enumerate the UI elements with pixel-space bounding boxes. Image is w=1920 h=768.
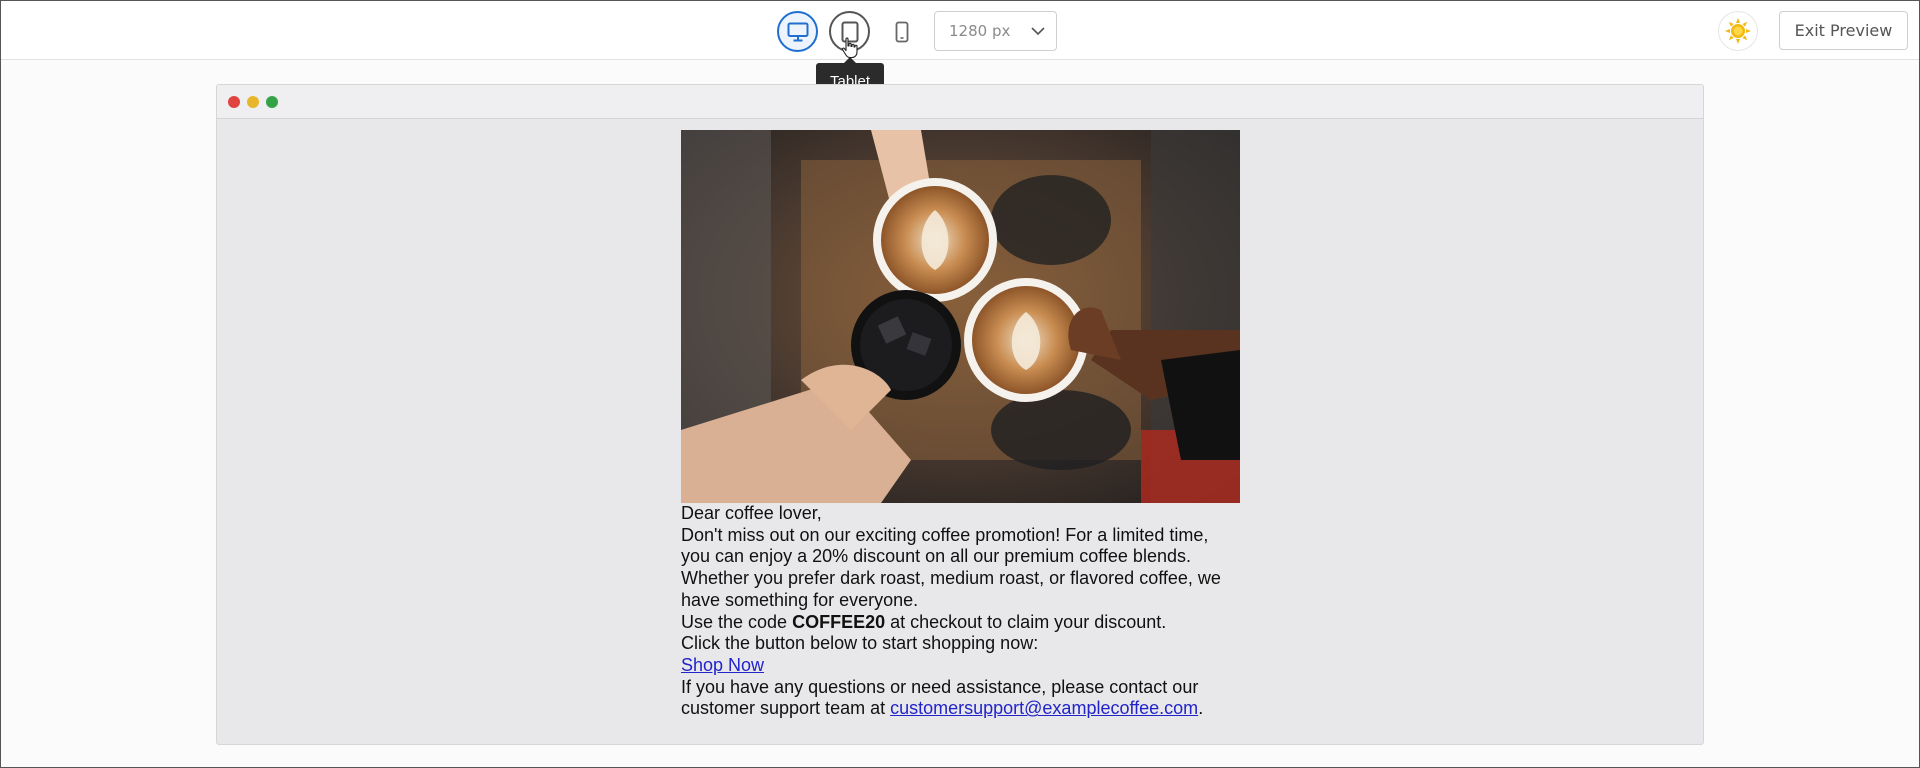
email-greeting: Dear coffee lover, <box>681 503 822 523</box>
viewport-width-select[interactable]: 1280 px <box>934 11 1057 51</box>
exit-preview-button[interactable]: Exit Preview <box>1779 11 1908 50</box>
browser-preview-frame: Dear coffee lover, Don't miss out on our… <box>216 84 1704 745</box>
browser-title-bar <box>217 85 1703 119</box>
mobile-view-button[interactable] <box>881 11 922 52</box>
sun-icon <box>1725 18 1751 44</box>
preview-toolbar: 1280 px Exit Preview <box>1 1 1919 60</box>
promo-code: COFFEE20 <box>792 611 886 632</box>
coffee-cheers-hero-image <box>681 130 1240 503</box>
window-minimize-dot <box>247 96 259 108</box>
mobile-phone-icon <box>895 21 908 42</box>
theme-toggle-button[interactable] <box>1718 11 1758 51</box>
email-cta-intro: Click the button below to start shopping… <box>681 633 1039 654</box>
window-maximize-dot <box>266 96 278 108</box>
desktop-view-button[interactable] <box>777 11 818 52</box>
email-code-line: Use the code COFFEE20 at checkout to cla… <box>681 611 1167 632</box>
support-email-link[interactable]: customersupport@examplecoffee.com <box>890 698 1198 718</box>
hand-pointer-cursor-icon <box>841 37 858 59</box>
desktop-monitor-icon <box>787 22 808 41</box>
email-promo-paragraph: Don't miss out on our exciting coffee pr… <box>681 524 1221 610</box>
chevron-down-icon <box>1031 27 1045 36</box>
window-close-dot <box>228 96 240 108</box>
email-support-line: If you have any questions or need assist… <box>681 676 1204 719</box>
shop-now-link[interactable]: Shop Now <box>681 655 764 675</box>
email-body: Dear coffee lover, Don't miss out on our… <box>681 130 1241 720</box>
viewport-width-value: 1280 px <box>949 22 1011 40</box>
